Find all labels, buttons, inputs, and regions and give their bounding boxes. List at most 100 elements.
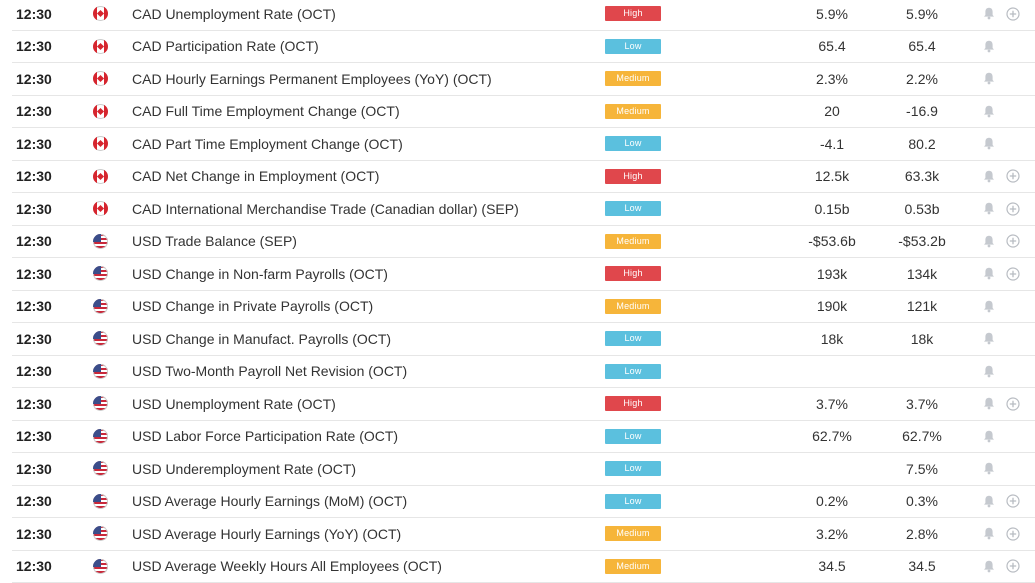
usa-flag-icon [92,551,108,583]
forecast-value: 34.5 [882,551,962,583]
bell-icon[interactable] [982,258,996,290]
add-event-icon[interactable] [1005,551,1021,583]
bell-icon[interactable] [982,161,996,193]
forecast-value: 3.7% [882,388,962,420]
usa-flag-icon [92,486,108,518]
event-time: 12:30 [16,323,66,355]
bell-icon[interactable] [982,226,996,258]
bell-icon[interactable] [982,31,996,63]
actual-value [792,356,872,388]
actual-value: 65.4 [792,31,872,63]
bell-icon[interactable] [982,193,996,225]
forecast-value: 2.8% [882,518,962,550]
event-time: 12:30 [16,453,66,485]
usa-flag-icon [92,421,108,453]
actual-value: 3.7% [792,388,872,420]
add-event-icon[interactable] [1005,193,1021,225]
event-name: USD Underemployment Rate (OCT) [132,453,602,485]
bell-icon[interactable] [982,96,996,128]
impact-badge: High [605,169,661,184]
impact-badge: Low [605,331,661,346]
impact-badge: Low [605,364,661,379]
table-row: 12:30 CAD Part Time Employment Change (O… [12,128,1035,161]
event-name: USD Trade Balance (SEP) [132,226,602,258]
actual-value: 18k [792,323,872,355]
add-event-icon[interactable] [1005,0,1021,30]
table-row: 12:30 USD Change in Private Payrolls (OC… [12,291,1035,324]
bell-icon[interactable] [982,453,996,485]
table-row: 12:30 USD Unemployment Rate (OCT) High 3… [12,388,1035,421]
impact-cell: Low [605,323,661,355]
forecast-value: 63.3k [882,161,962,193]
actual-value: 0.15b [792,193,872,225]
bell-icon[interactable] [982,63,996,95]
actual-value: 3.2% [792,518,872,550]
event-time: 12:30 [16,161,66,193]
impact-badge: Low [605,201,661,216]
bell-icon[interactable] [982,518,996,550]
add-event-icon[interactable] [1005,388,1021,420]
bell-icon[interactable] [982,291,996,323]
forecast-value: 65.4 [882,31,962,63]
event-name: USD Change in Non-farm Payrolls (OCT) [132,258,602,290]
impact-cell: Medium [605,96,661,128]
usa-flag-icon [92,453,108,485]
actual-value: 190k [792,291,872,323]
bell-icon[interactable] [982,0,996,30]
add-event-icon[interactable] [1005,518,1021,550]
forecast-value [882,356,962,388]
canada-flag-icon [92,128,108,160]
event-time: 12:30 [16,63,66,95]
bell-icon[interactable] [982,388,996,420]
impact-badge: Medium [605,526,661,541]
bell-icon[interactable] [982,356,996,388]
event-name: USD Average Hourly Earnings (YoY) (OCT) [132,518,602,550]
table-row: 12:30 USD Trade Balance (SEP) Medium -$5… [12,226,1035,259]
impact-badge: Medium [605,71,661,86]
impact-cell: Medium [605,291,661,323]
table-row: 12:30 CAD Unemployment Rate (OCT) High 5… [12,0,1035,31]
event-name: USD Labor Force Participation Rate (OCT) [132,421,602,453]
impact-badge: High [605,6,661,21]
table-row: 12:30 USD Average Hourly Earnings (YoY) … [12,518,1035,551]
bell-icon[interactable] [982,323,996,355]
bell-icon[interactable] [982,128,996,160]
add-event-icon[interactable] [1005,258,1021,290]
event-time: 12:30 [16,388,66,420]
table-row: 12:30 CAD Participation Rate (OCT) Low 6… [12,31,1035,64]
impact-cell: Medium [605,518,661,550]
event-name: USD Change in Private Payrolls (OCT) [132,291,602,323]
impact-badge: Medium [605,299,661,314]
canada-flag-icon [92,96,108,128]
add-event-icon[interactable] [1005,226,1021,258]
event-time: 12:30 [16,226,66,258]
impact-cell: Low [605,421,661,453]
bell-icon[interactable] [982,486,996,518]
bell-icon[interactable] [982,421,996,453]
event-name: CAD Hourly Earnings Permanent Employees … [132,63,602,95]
impact-cell: Medium [605,63,661,95]
event-name: CAD Net Change in Employment (OCT) [132,161,602,193]
actual-value: 5.9% [792,0,872,30]
add-event-icon[interactable] [1005,161,1021,193]
impact-badge: Medium [605,234,661,249]
event-time: 12:30 [16,486,66,518]
actual-value: -4.1 [792,128,872,160]
actual-value: 2.3% [792,63,872,95]
forecast-value: -16.9 [882,96,962,128]
event-time: 12:30 [16,551,66,583]
event-time: 12:30 [16,31,66,63]
canada-flag-icon [92,161,108,193]
event-time: 12:30 [16,518,66,550]
impact-badge: Low [605,494,661,509]
bell-icon[interactable] [982,551,996,583]
event-time: 12:30 [16,0,66,30]
actual-value: 62.7% [792,421,872,453]
table-row: 12:30 CAD Hourly Earnings Permanent Empl… [12,63,1035,96]
canada-flag-icon [92,0,108,30]
table-row: 12:30 USD Change in Non-farm Payrolls (O… [12,258,1035,291]
forecast-value: 7.5% [882,453,962,485]
usa-flag-icon [92,291,108,323]
forecast-value: 134k [882,258,962,290]
add-event-icon[interactable] [1005,486,1021,518]
